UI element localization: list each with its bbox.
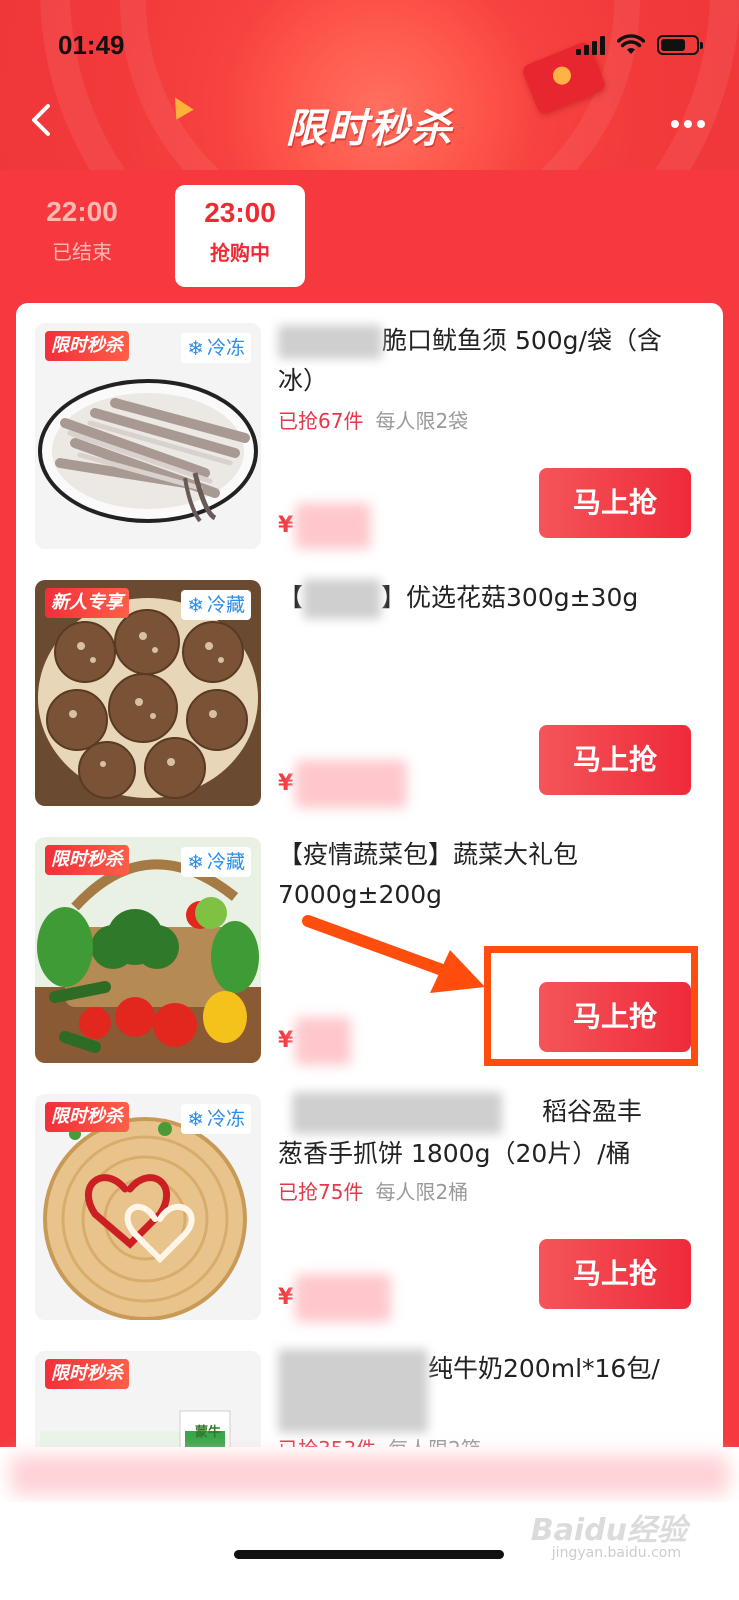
battery-icon bbox=[657, 35, 703, 55]
wifi-icon bbox=[617, 34, 645, 54]
product-item[interactable]: 限时秒杀 ❄ 冷冻 稻谷盈丰 葱香手抓饼 1800g（20片）/桶 已抢75件 每人… bbox=[16, 1074, 723, 1336]
currency-symbol: ¥ bbox=[278, 771, 294, 796]
product-price: ¥ bbox=[278, 1017, 352, 1065]
redacted-price bbox=[295, 760, 408, 808]
product-name[interactable]: 稻谷盈丰 葱香手抓饼 1800g（20片）/桶 bbox=[278, 1092, 698, 1174]
product-item[interactable]: 限时秒杀 ❄ 冷冻 脆口鱿鱼须 500g/袋（含冰） 已抢67件 每人限2袋 ¥ 马… bbox=[16, 303, 723, 565]
tab-2200[interactable]: 22:00 已结束 bbox=[26, 196, 138, 265]
currency-symbol: ¥ bbox=[278, 513, 294, 538]
product-price: ¥ bbox=[278, 1274, 392, 1322]
product-name-text: 纯牛奶200ml*16包/ bbox=[428, 1354, 660, 1383]
flash-sale-tag: 限时秒杀 bbox=[45, 1102, 129, 1132]
buy-now-button[interactable]: 马上抢 bbox=[539, 725, 691, 795]
redacted-price bbox=[295, 1274, 392, 1322]
redacted-price bbox=[295, 503, 372, 549]
product-image[interactable]: 限时秒杀 ❄ 冷冻 bbox=[35, 323, 261, 549]
currency-symbol: ¥ bbox=[278, 1028, 294, 1053]
purchase-limit: 每人限2桶 bbox=[375, 1180, 469, 1204]
buy-now-button[interactable]: 马上抢 bbox=[539, 1239, 691, 1309]
home-indicator[interactable] bbox=[234, 1550, 504, 1559]
sold-count: 已抢75件 bbox=[278, 1180, 364, 1204]
redacted-price bbox=[295, 1017, 352, 1065]
flash-sale-tag: 限时秒杀 bbox=[45, 1359, 129, 1389]
tab-time: 23:00 bbox=[204, 197, 276, 228]
bottom-bar[interactable] bbox=[0, 1447, 739, 1502]
more-icon[interactable] bbox=[671, 120, 705, 128]
new-user-tag: 新人专享 bbox=[45, 588, 129, 618]
watermark-url: jingyan.baidu.com bbox=[551, 1545, 681, 1561]
product-image[interactable]: 新人专享 ❄ 冷藏 bbox=[35, 580, 261, 806]
flash-sale-tag: 限时秒杀 bbox=[45, 845, 129, 875]
redacted-text bbox=[292, 1092, 502, 1134]
annotation-arrow bbox=[302, 915, 485, 993]
product-list: 限时秒杀 ❄ 冷冻 脆口鱿鱼须 500g/袋（含冰） 已抢67件 每人限2袋 ¥ 马… bbox=[16, 303, 723, 1483]
storage-tag: ❄ 冷冻 bbox=[181, 333, 251, 363]
sold-count: 已抢67件 bbox=[278, 409, 364, 433]
redacted-text bbox=[278, 325, 382, 359]
sale-stats: 已抢75件 每人限2桶 bbox=[278, 1176, 468, 1205]
storage-label: 冷冻 bbox=[206, 1108, 245, 1130]
tab-status: 抢购中 bbox=[210, 241, 270, 265]
product-name[interactable]: 脆口鱿鱼须 500g/袋（含冰） bbox=[278, 321, 698, 401]
product-name[interactable]: 纯牛奶200ml*16包/ bbox=[278, 1349, 698, 1433]
tab-time: 22:00 bbox=[46, 196, 118, 227]
product-name-text: 】优选花菇300g±30g bbox=[381, 583, 639, 612]
package-text: 蒙牛 bbox=[195, 1425, 222, 1440]
redacted-text bbox=[303, 579, 382, 619]
storage-tag: ❄ 冷藏 bbox=[181, 590, 251, 620]
redacted-text bbox=[278, 1349, 428, 1433]
storage-tag: ❄ 冷冻 bbox=[181, 1104, 251, 1134]
snowflake-icon: ❄ bbox=[187, 850, 204, 874]
tab-2300[interactable]: 23:00 抢购中 bbox=[175, 185, 305, 287]
product-item[interactable]: 新人专享 ❄ 冷藏 【 】优选花菇300g±30g ¥ 马上抢 bbox=[16, 560, 723, 822]
annotation-highlight-box bbox=[484, 946, 698, 1066]
product-name[interactable]: 【疫情蔬菜包】蔬菜大礼包7000g±200g bbox=[278, 835, 698, 915]
status-time: 01:49 bbox=[58, 30, 125, 60]
product-image[interactable]: 限时秒杀 ❄ 冷冻 bbox=[35, 1094, 261, 1320]
product-price: ¥ bbox=[278, 503, 372, 549]
header: 01:49 限时秒杀 bbox=[0, 0, 739, 170]
storage-tag: ❄ 冷藏 bbox=[181, 847, 251, 877]
tab-status: 已结束 bbox=[52, 240, 112, 264]
snowflake-icon: ❄ bbox=[187, 1107, 204, 1131]
redacted-bar bbox=[10, 1455, 729, 1495]
currency-symbol: ¥ bbox=[278, 1285, 294, 1310]
product-price: ¥ bbox=[278, 760, 408, 808]
snowflake-icon: ❄ bbox=[187, 593, 204, 617]
product-name[interactable]: 【 】优选花菇300g±30g bbox=[278, 578, 698, 619]
storage-label: 冷冻 bbox=[206, 337, 245, 359]
sale-stats: 已抢67件 每人限2袋 bbox=[278, 405, 468, 434]
storage-label: 冷藏 bbox=[206, 851, 245, 873]
product-image[interactable]: 限时秒杀 ❄ 冷藏 bbox=[35, 837, 261, 1063]
product-name-text: 葱香手抓饼 1800g（20片）/桶 bbox=[278, 1139, 631, 1168]
snowflake-icon: ❄ bbox=[187, 336, 204, 360]
product-name-prefix: 【 bbox=[278, 583, 304, 612]
status-icons bbox=[576, 34, 703, 56]
purchase-limit: 每人限2袋 bbox=[375, 409, 469, 433]
buy-now-button[interactable]: 马上抢 bbox=[539, 468, 691, 538]
flash-sale-tag: 限时秒杀 bbox=[45, 331, 129, 361]
product-name-suffix: 稻谷盈丰 bbox=[542, 1097, 643, 1126]
storage-label: 冷藏 bbox=[206, 594, 245, 616]
page-title: 限时秒杀 bbox=[285, 106, 454, 152]
signal-icon bbox=[576, 35, 605, 55]
watermark: Baidu经验 bbox=[530, 1513, 687, 1548]
